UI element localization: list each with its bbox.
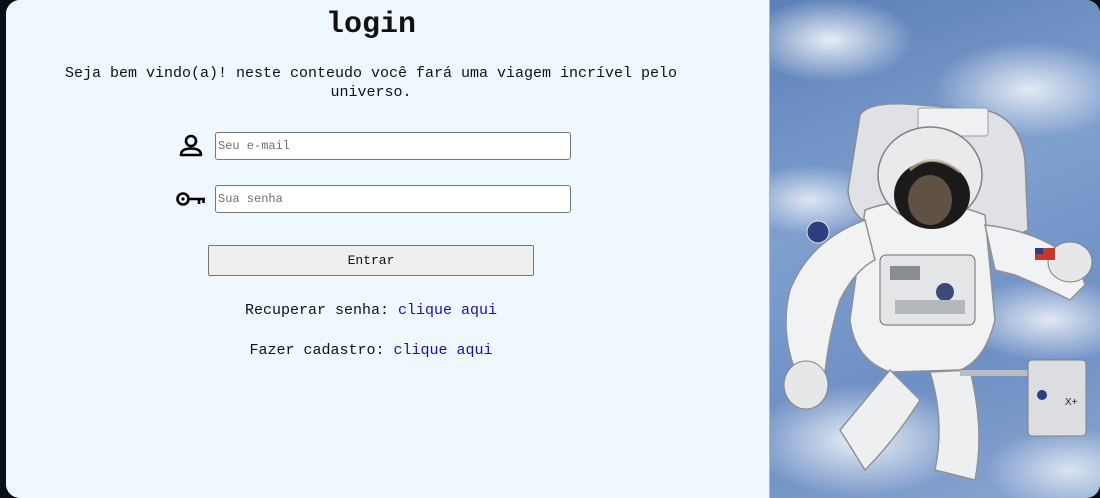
signup-row: Fazer cadastro: clique aqui <box>6 342 736 359</box>
astronaut-image: X+ <box>769 0 1100 498</box>
signup-link[interactable]: clique aqui <box>394 342 493 359</box>
recover-password-row: Recuperar senha: clique aqui <box>6 302 736 319</box>
login-form-panel: login Seja bem vindo(a)! neste conteudo … <box>6 0 770 498</box>
key-icon <box>174 184 208 214</box>
password-field[interactable] <box>215 185 571 213</box>
signup-label: Fazer cadastro: <box>249 342 385 359</box>
email-row <box>174 131 571 161</box>
login-button[interactable]: Entrar <box>208 245 534 276</box>
page-title: login <box>325 8 416 42</box>
welcome-message: Seja bem vindo(a)! neste conteudo você f… <box>64 65 678 101</box>
recover-password-link[interactable]: clique aqui <box>398 302 497 319</box>
password-row <box>174 184 571 214</box>
login-card: login Seja bem vindo(a)! neste conteudo … <box>6 0 1100 498</box>
email-field[interactable] <box>215 132 571 160</box>
astronaut-illustration: X+ <box>783 103 1093 481</box>
user-icon <box>174 131 208 161</box>
svg-text:X+: X+ <box>1065 397 1078 408</box>
recover-password-label: Recuperar senha: <box>244 302 389 319</box>
